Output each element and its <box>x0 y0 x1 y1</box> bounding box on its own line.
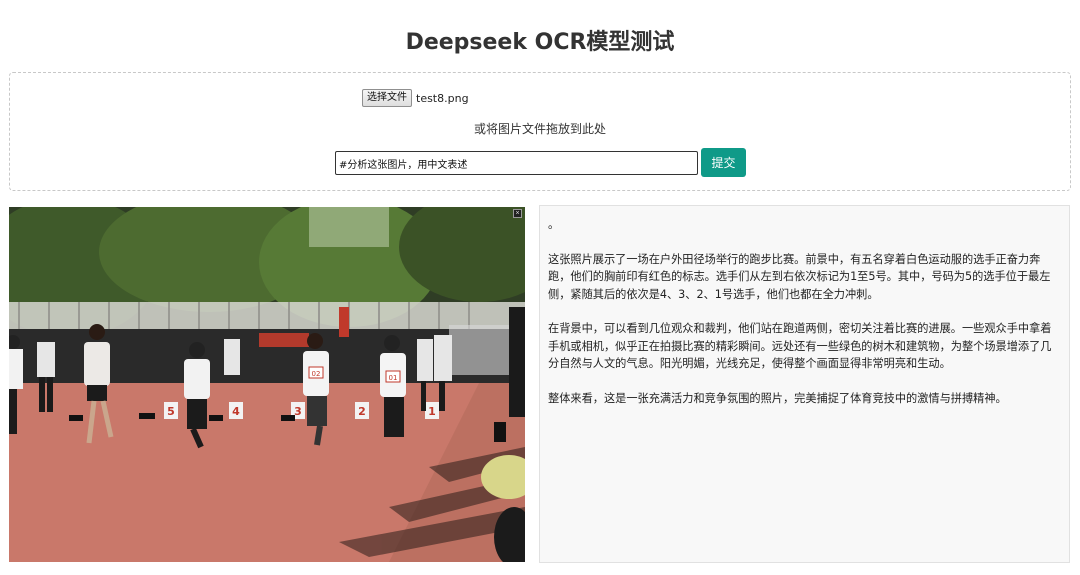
race-photo: 5 4 3 2 1 02 01 <box>9 207 525 562</box>
file-picker[interactable]: 选择文件 test8.png <box>362 89 469 107</box>
svg-text:4: 4 <box>232 405 240 418</box>
result-paragraph: 整体来看，这是一张充满活力和竞争氛围的照片，完美捕捉了体育竞技中的激情与拼搏精神… <box>548 391 1007 405</box>
prompt-input[interactable] <box>335 151 698 175</box>
drop-hint: 或将图片文件拖放到此处 <box>473 122 606 136</box>
upload-dropzone[interactable]: 选择文件 test8.png 或将图片文件拖放到此处 提交 <box>9 72 1071 191</box>
close-icon[interactable]: × <box>513 209 522 218</box>
svg-text:1: 1 <box>428 405 436 418</box>
choose-file-button[interactable]: 选择文件 <box>362 89 412 107</box>
svg-text:2: 2 <box>358 405 366 418</box>
result-paragraph: 在背景中，可以看到几位观众和裁判，他们站在跑道两侧，密切关注着比赛的进展。一些观… <box>548 322 1052 370</box>
svg-text:3: 3 <box>294 405 302 418</box>
ocr-result-panel: 。 这张照片展示了一场在户外田径场举行的跑步比赛。前景中，有五名穿着白色运动服的… <box>539 205 1070 563</box>
submit-button[interactable]: 提交 <box>701 148 746 177</box>
svg-text:02: 02 <box>312 370 321 378</box>
selected-file-name: test8.png <box>416 91 469 105</box>
result-paragraph: 这张照片展示了一场在户外田径场举行的跑步比赛。前景中，有五名穿着白色运动服的选手… <box>548 252 1051 301</box>
svg-text:5: 5 <box>167 405 175 418</box>
image-preview: 5 4 3 2 1 02 01 × <box>9 207 525 562</box>
result-paragraph: 。 <box>548 218 560 231</box>
page-title: Deepseek OCR模型测试 <box>405 30 675 55</box>
svg-text:01: 01 <box>389 374 398 382</box>
